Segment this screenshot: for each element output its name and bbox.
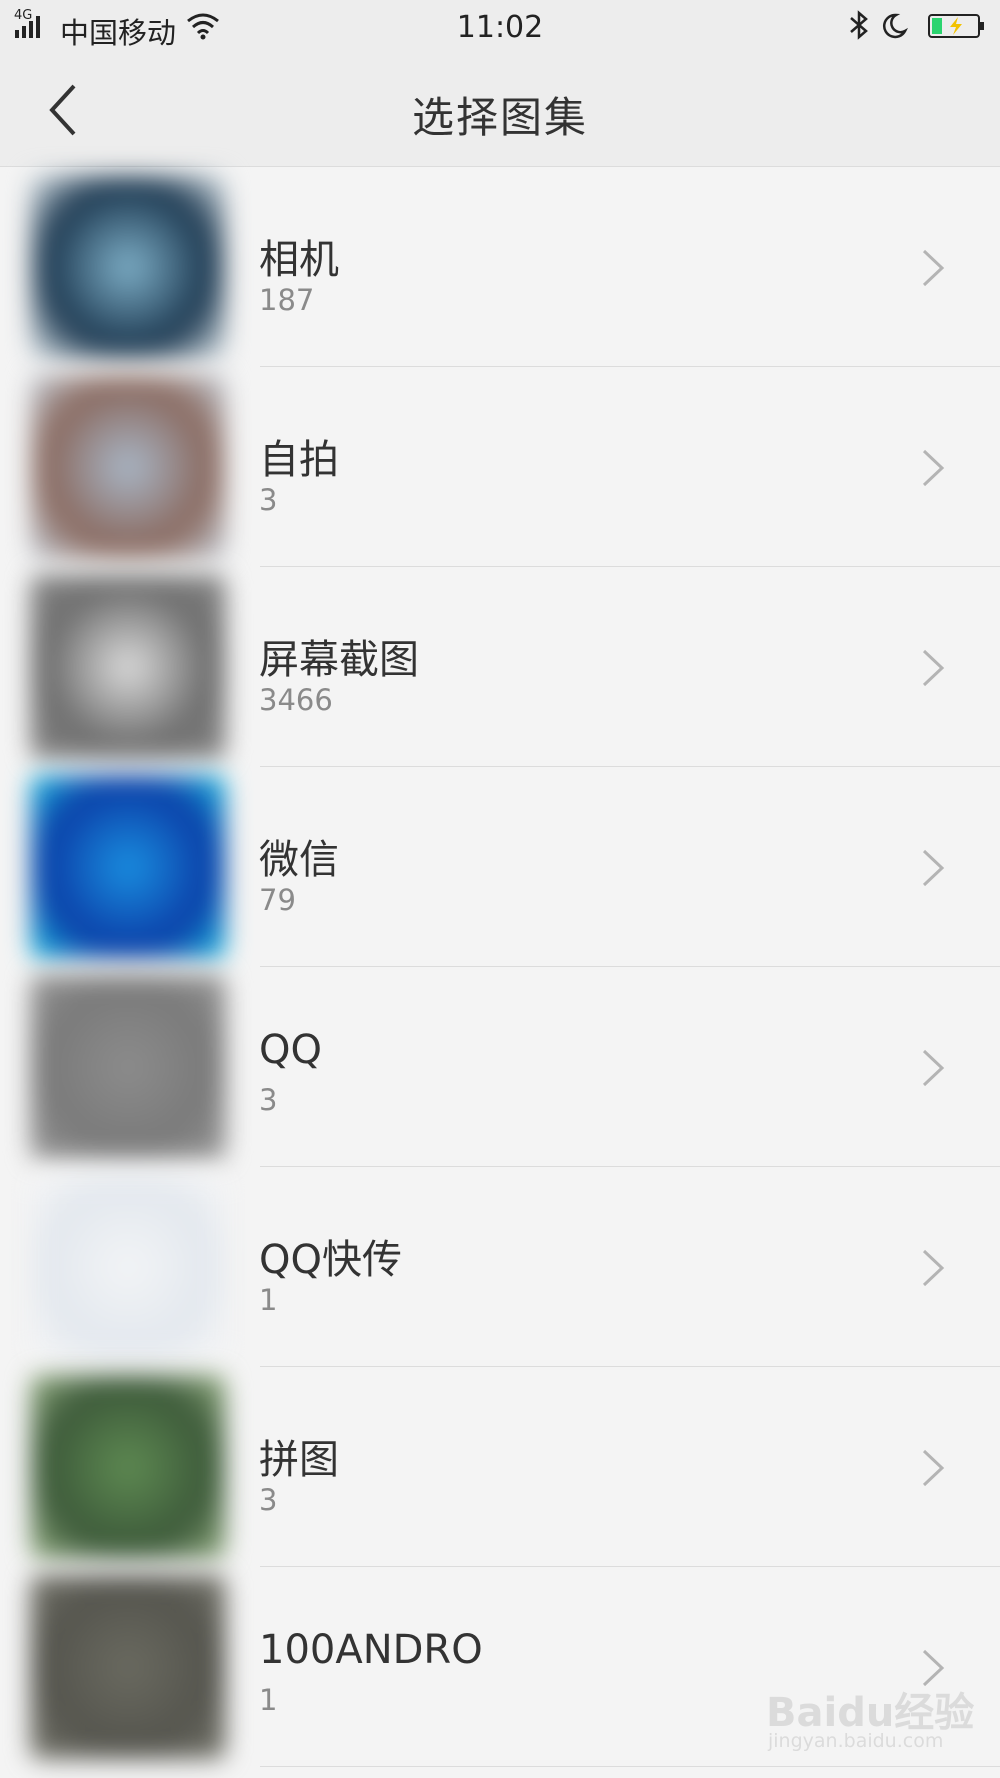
album-thumbnail	[30, 975, 226, 1159]
album-thumbnail	[30, 1375, 226, 1559]
album-name: 屏幕截图	[259, 637, 419, 683]
list-item[interactable]: 拼图 3	[0, 1367, 1000, 1567]
bluetooth-icon	[850, 10, 868, 40]
album-thumbnail	[30, 375, 226, 559]
divider	[260, 1766, 1000, 1767]
status-bar: 4G 中国移动 11:02	[0, 0, 1000, 52]
album-thumbnail	[30, 575, 226, 759]
album-count: 187	[259, 283, 315, 317]
album-name: 相机	[259, 237, 339, 283]
album-thumbnail	[30, 775, 226, 959]
album-count: 1	[259, 1283, 278, 1317]
page-title: 选择图集	[411, 93, 588, 142]
chevron-right-icon	[922, 649, 945, 687]
list-item[interactable]: 自拍 3	[0, 367, 1000, 567]
chevron-right-icon	[922, 849, 945, 887]
navigation-bar: 选择图集	[0, 52, 1000, 167]
chevron-right-icon	[922, 449, 945, 487]
album-count: 3466	[259, 683, 333, 717]
chevron-right-icon	[922, 1249, 945, 1287]
album-count: 3	[259, 483, 278, 517]
album-thumbnail	[30, 1175, 226, 1359]
list-item[interactable]: 微信 79	[0, 767, 1000, 967]
album-list: 相机 187 自拍 3 屏幕截图 3466 微信 79 QQ 3 QQ快传 1	[0, 167, 1000, 1767]
baidu-watermark: Baidu经验 jingyan.baidu.com	[760, 1680, 1000, 1760]
list-item[interactable]: 屏幕截图 3466	[0, 567, 1000, 767]
list-item[interactable]: QQ快传 1	[0, 1167, 1000, 1367]
list-item[interactable]: 相机 187	[0, 167, 1000, 367]
album-name: QQ	[259, 1027, 322, 1073]
album-name: 100ANDRO	[259, 1627, 483, 1673]
album-thumbnail	[30, 1575, 226, 1759]
list-item[interactable]: QQ 3	[0, 967, 1000, 1167]
chevron-right-icon	[922, 1049, 945, 1087]
chevron-right-icon	[922, 1449, 945, 1487]
album-thumbnail	[30, 175, 226, 359]
album-count: 1	[259, 1683, 278, 1717]
watermark-url: jingyan.baidu.com	[768, 1730, 944, 1752]
moon-icon	[882, 13, 908, 39]
album-count: 3	[259, 1483, 278, 1517]
battery-charging-icon	[928, 14, 984, 38]
album-name: QQ快传	[259, 1237, 402, 1283]
album-count: 3	[259, 1083, 278, 1117]
album-name: 拼图	[259, 1437, 339, 1483]
album-name: 自拍	[259, 437, 339, 483]
album-name: 微信	[259, 837, 339, 883]
album-count: 79	[259, 883, 296, 917]
chevron-right-icon	[922, 249, 945, 287]
